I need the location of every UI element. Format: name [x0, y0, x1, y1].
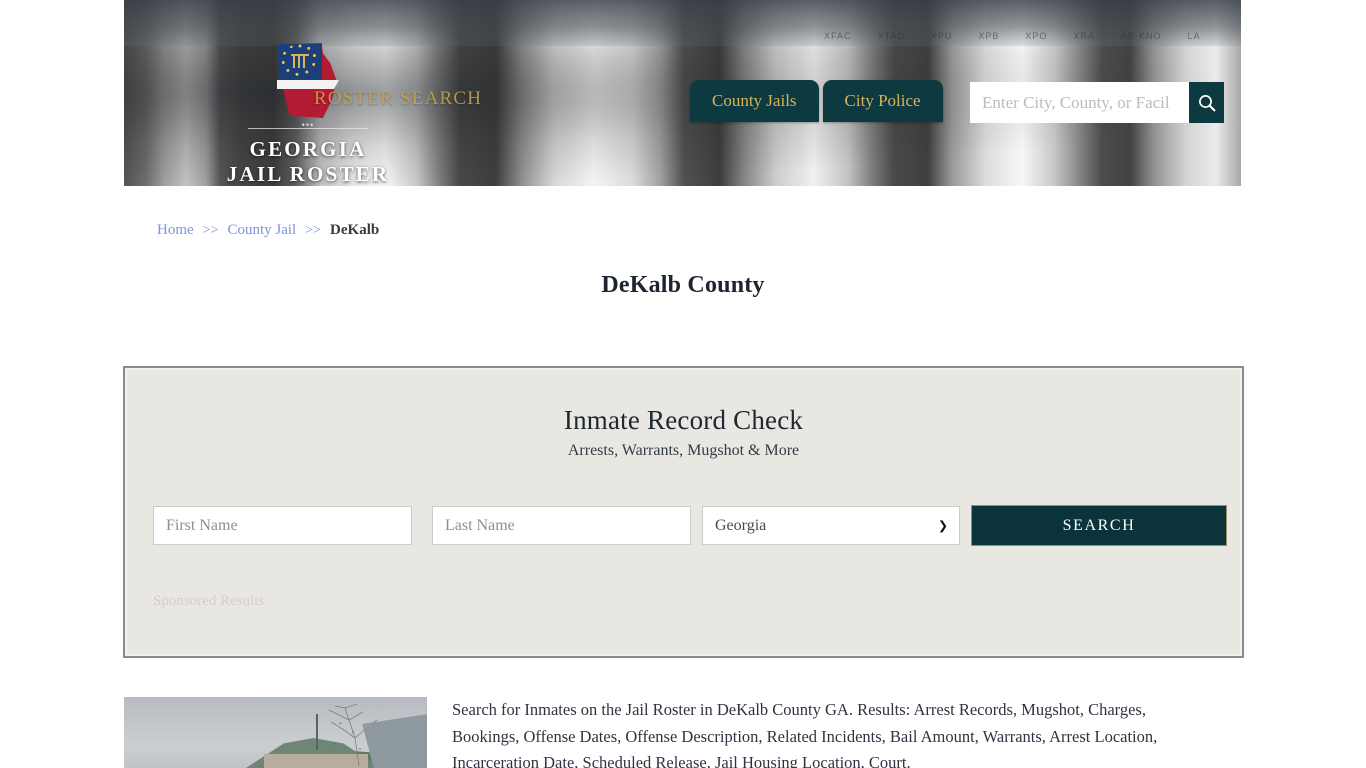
nav-tab-county-jails[interactable]: County Jails	[690, 80, 819, 122]
header-nav: County Jails City Police	[690, 80, 943, 122]
breadcrumb-current: DeKalb	[330, 222, 380, 238]
header-search-group	[970, 82, 1224, 123]
page-title: DeKalb County	[601, 272, 765, 298]
courthouse-thumbnail-image[interactable]	[124, 697, 427, 768]
roster-search-watermark: ROSTER SEARCH	[314, 88, 483, 109]
state-select[interactable]: GeorgiaAlabamaFloridaSouth CarolinaTenne…	[702, 506, 960, 545]
inmate-record-check-panel: Inmate Record Check Arrests, Warrants, M…	[123, 366, 1244, 658]
inmate-search-button[interactable]: SEARCH	[971, 505, 1227, 546]
logo-text-line1: GEORGIA	[249, 137, 367, 161]
state-seal-icon	[290, 51, 310, 70]
breadcrumb: Home >> County Jail >> DeKalb	[157, 222, 379, 239]
inmate-search-form: GeorgiaAlabamaFloridaSouth CarolinaTenne…	[153, 505, 1227, 546]
panel-title: Inmate Record Check	[563, 405, 804, 435]
last-name-input[interactable]	[432, 506, 691, 545]
page-root: XFAC XTAD XPU XPB XPO XRA AE-KNO LA GEOR…	[0, 0, 1366, 768]
breadcrumb-link-home[interactable]: Home	[157, 222, 194, 239]
logo-text-line2: JAIL ROSTER	[226, 161, 390, 186]
breadcrumb-separator: >>	[305, 222, 322, 238]
page-description: Search for Inmates on the Jail Roster in…	[452, 700, 1158, 768]
state-select-wrapper: GeorgiaAlabamaFloridaSouth CarolinaTenne…	[702, 506, 971, 545]
site-header: XFAC XTAD XPU XPB XPO XRA AE-KNO LA GEOR…	[124, 0, 1241, 186]
breadcrumb-separator: >>	[202, 222, 219, 238]
panel-subtitle: Arrests, Warrants, Mugshot & More	[567, 442, 800, 459]
breadcrumb-link-county-jail[interactable]: County Jail	[227, 222, 296, 239]
first-name-input[interactable]	[153, 506, 412, 545]
site-logo[interactable]: GEORGIA JAIL ROSTER	[188, 40, 428, 186]
nav-tab-city-police[interactable]: City Police	[822, 80, 943, 122]
header-search-input[interactable]	[970, 82, 1189, 123]
header-search-button[interactable]	[1189, 82, 1224, 123]
search-icon	[1198, 94, 1215, 111]
logo-divider	[248, 128, 368, 129]
sponsored-results-label: Sponsored Results	[153, 593, 265, 609]
